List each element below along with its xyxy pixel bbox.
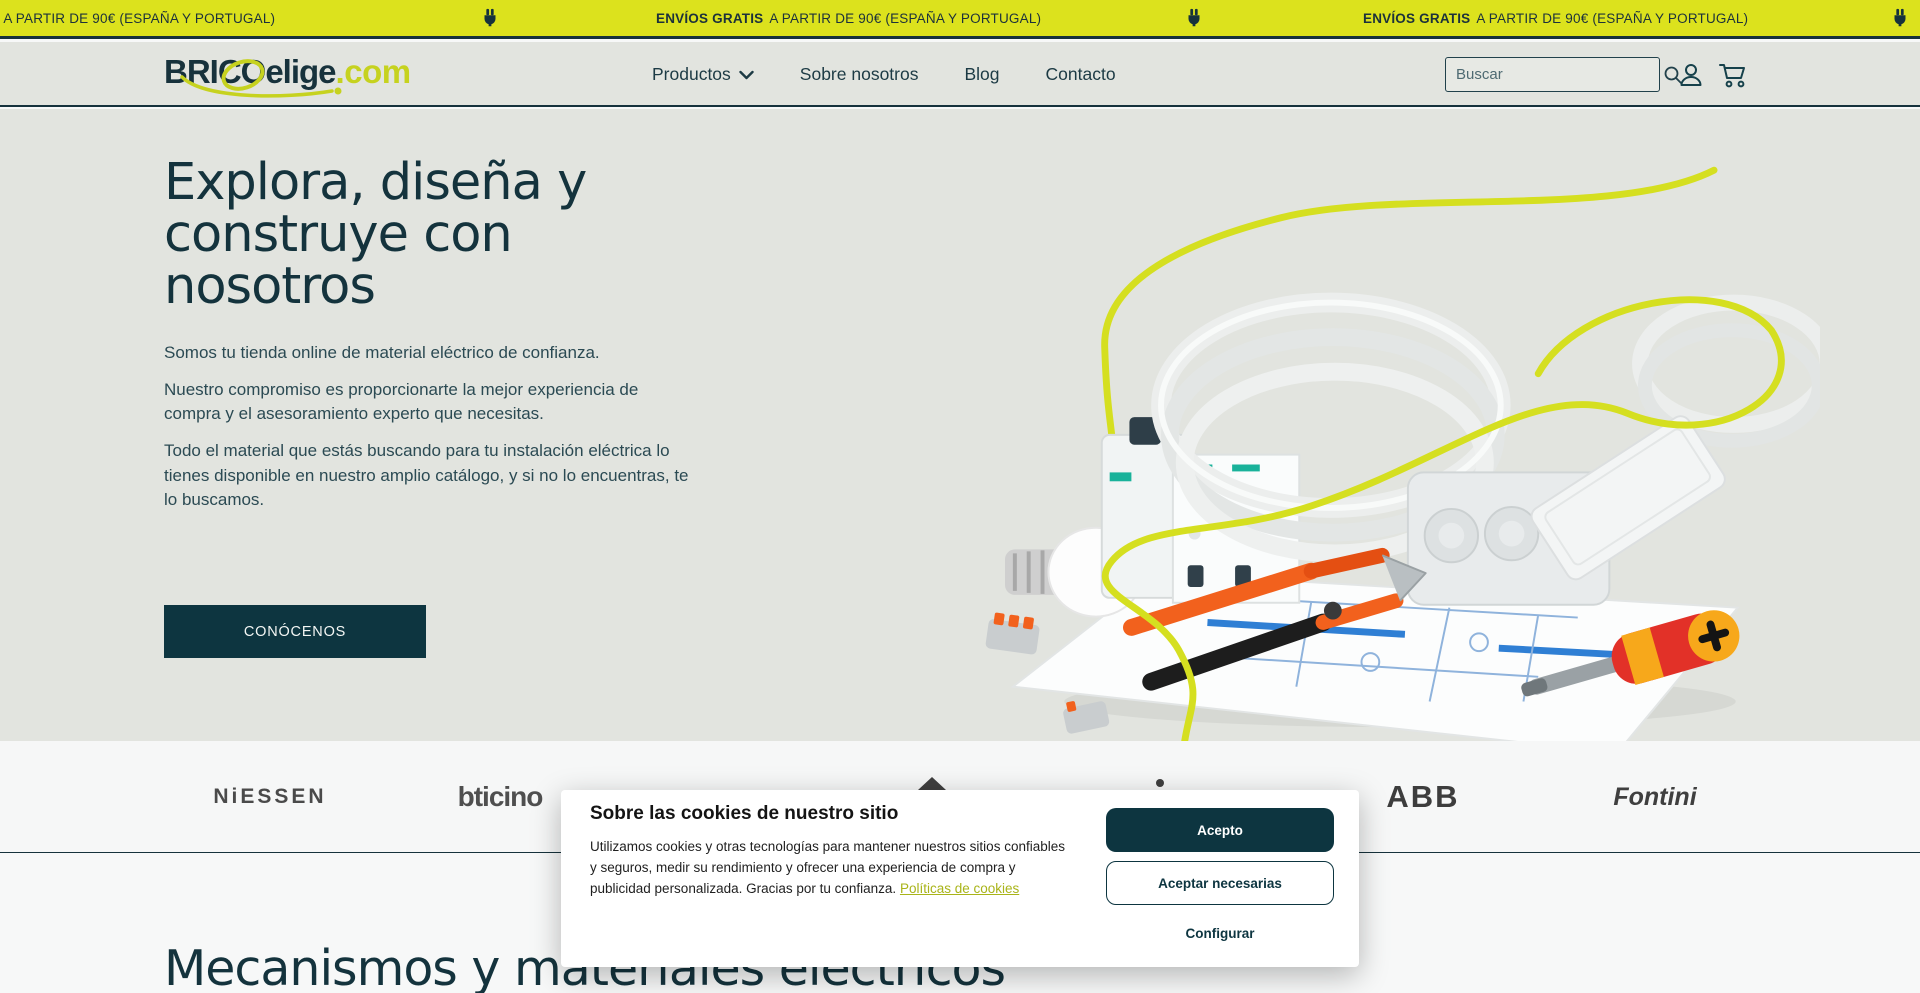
nav-item-productos[interactable]: Productos — [652, 64, 754, 85]
chevron-down-icon — [739, 70, 754, 80]
promo-rest-text: A PARTIR DE 90€ (ESPAÑA Y PORTUGAL) — [769, 11, 1041, 26]
promo-bold-text: ENVÍOS GRATIS — [1363, 11, 1470, 26]
brand-logo-text: ABB — [1386, 779, 1459, 815]
brand-logo-niessen[interactable]: NiESSEN — [190, 741, 350, 853]
nav-label: Blog — [964, 64, 999, 85]
site-logo[interactable]: BRICOelige.com — [164, 53, 424, 99]
logo-tld-text: .com — [336, 53, 411, 90]
nav-label: Contacto — [1046, 64, 1116, 85]
hero-section: Explora, diseña y construye con nosotros… — [0, 109, 1920, 741]
promo-bold-text: ENVÍOS GRATIS — [656, 11, 763, 26]
account-icon[interactable] — [1676, 60, 1706, 90]
conocenos-button[interactable]: CONÓCENOS — [164, 605, 426, 658]
brand-logo-text: Fontini — [1613, 783, 1696, 812]
promo-banner: ENVÍOS GRATIS A PARTIR DE 90€ (ESPAÑA Y … — [0, 0, 1920, 39]
brand-logo-text: bticino — [458, 781, 543, 813]
plug-icon — [1183, 7, 1205, 29]
brand-logo-fontini[interactable]: Fontini — [1590, 741, 1720, 853]
cookie-policy-link[interactable]: Políticas de cookies — [900, 881, 1019, 896]
hero-paragraph: Todo el material que estás buscando para… — [164, 439, 694, 511]
partially-hidden-logo-fragment — [1156, 779, 1164, 787]
promo-rest-text: A PARTIR DE 90€ (ESPAÑA Y PORTUGAL) — [1476, 11, 1748, 26]
plug-icon — [1889, 7, 1911, 29]
hero-illustration — [980, 109, 1820, 741]
promo-rest-text: A PARTIR DE 90€ (ESPAÑA Y PORTUGAL) — [3, 11, 275, 26]
plug-icon — [479, 7, 501, 29]
brand-logo-abb[interactable]: ABB — [1368, 741, 1478, 853]
nav-item-contacto[interactable]: Contacto — [1046, 64, 1116, 85]
main-nav: Productos Sobre nosotros Blog Contacto — [652, 42, 1116, 107]
cookie-dialog-title: Sobre las cookies de nuestro sitio — [590, 803, 898, 825]
cookie-dialog-actions: Acepto Aceptar necesarias Configurar — [1106, 808, 1334, 948]
site-header: BRICOelige.com Productos Sobre nosotros … — [0, 42, 1920, 107]
nav-item-blog[interactable]: Blog — [964, 64, 999, 85]
nav-item-sobre-nosotros[interactable]: Sobre nosotros — [800, 64, 919, 85]
promo-message: ENVÍOS GRATIS A PARTIR DE 90€ (ESPAÑA Y … — [656, 0, 1041, 36]
hero-paragraph: Nuestro compromiso es proporcionarte la … — [164, 378, 694, 426]
configure-cookies-button[interactable]: Configurar — [1106, 918, 1334, 948]
logo-main-text: BRICOelige — [164, 53, 336, 90]
search-input[interactable] — [1446, 66, 1663, 83]
nav-label: Sobre nosotros — [800, 64, 919, 85]
brand-logo-bticino[interactable]: bticino — [430, 741, 570, 853]
accept-cookies-button[interactable]: Acepto — [1106, 808, 1334, 852]
nav-label: Productos — [652, 64, 731, 85]
partially-hidden-logo-fragment — [918, 777, 946, 790]
brand-logo-text: NiESSEN — [213, 785, 326, 809]
promo-message: ENVÍOS GRATIS A PARTIR DE 90€ (ESPAÑA Y … — [0, 0, 275, 36]
search-box — [1445, 57, 1660, 92]
cart-icon[interactable] — [1718, 60, 1748, 90]
hero-paragraph: Somos tu tienda online de material eléct… — [164, 341, 694, 365]
hero-heading: Explora, diseña y construye con nosotros — [164, 157, 704, 313]
cookie-dialog-body: Utilizamos cookies y otras tecnologías p… — [590, 836, 1072, 899]
promo-message: ENVÍOS GRATIS A PARTIR DE 90€ (ESPAÑA Y … — [1363, 0, 1748, 36]
accept-necessary-button[interactable]: Aceptar necesarias — [1106, 861, 1334, 905]
cookie-consent-dialog: Sobre las cookies de nuestro sitio Utili… — [561, 790, 1359, 967]
hero-copy: Explora, diseña y construye con nosotros… — [164, 157, 724, 525]
